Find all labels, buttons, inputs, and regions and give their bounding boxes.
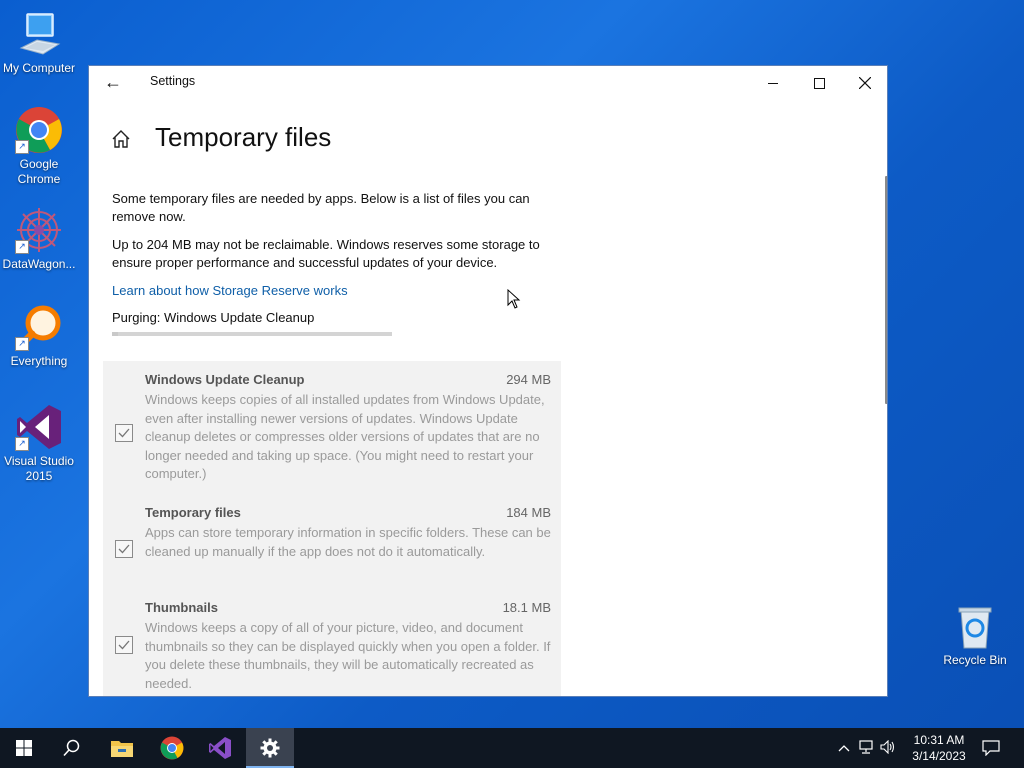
- recycle-bin-icon: [951, 602, 999, 650]
- arrow-left-icon: ←: [104, 72, 122, 92]
- list-item-thumbnails: Thumbnails 18.1 MB Windows keeps a copy …: [103, 600, 561, 696]
- taskbar: 10:31 AM 3/14/2023: [0, 728, 1024, 768]
- taskbar-visual-studio[interactable]: [196, 728, 244, 768]
- everything-search-icon: ↗: [15, 303, 63, 351]
- chevron-up-icon[interactable]: [838, 741, 850, 755]
- minimize-button[interactable]: [750, 66, 796, 98]
- item-title: Thumbnails: [145, 600, 218, 615]
- checkbox[interactable]: [115, 424, 133, 442]
- item-size: 18.1 MB: [502, 600, 551, 615]
- desktop-icon-label: Visual Studio 2015: [4, 454, 74, 483]
- title-bar: ← Settings: [89, 66, 887, 98]
- close-icon: [858, 76, 872, 90]
- checkbox[interactable]: [115, 636, 133, 654]
- shortcut-arrow-icon: ↗: [15, 240, 29, 254]
- desktop-icon-recycle-bin[interactable]: Recycle Bin: [937, 602, 1013, 668]
- desktop-icon-label: Google Chrome: [17, 157, 61, 186]
- desktop-icon-everything[interactable]: ↗ Everything: [1, 303, 77, 369]
- taskbar-clock[interactable]: 10:31 AM 3/14/2023: [906, 732, 972, 764]
- minimize-icon: [768, 82, 778, 84]
- desktop-icon-label: Everything: [10, 354, 68, 368]
- item-description: Windows keeps a copy of all of your pict…: [145, 620, 551, 691]
- home-icon[interactable]: [111, 129, 131, 149]
- item-description: Windows keeps copies of all installed up…: [145, 392, 545, 481]
- desktop-icon-label: Recycle Bin: [943, 653, 1007, 667]
- close-button[interactable]: [842, 66, 887, 98]
- settings-icon: [260, 738, 280, 758]
- purge-progress-bar: [112, 332, 392, 336]
- search-button[interactable]: [48, 728, 96, 768]
- purging-status: Purging: Windows Update Cleanup: [112, 310, 315, 325]
- item-title: Temporary files: [145, 505, 241, 520]
- chrome-icon: ↗: [15, 106, 63, 154]
- window-title: Settings: [150, 74, 196, 88]
- network-icon[interactable]: [858, 739, 874, 757]
- scrollbar[interactable]: [885, 176, 887, 404]
- storage-reserve-link[interactable]: Learn about how Storage Reserve works: [112, 282, 348, 300]
- desktop-icon-datawagon[interactable]: ↗ DataWagon...: [1, 206, 77, 272]
- checkmark-icon: [118, 640, 130, 650]
- file-explorer-icon: [111, 741, 133, 757]
- start-button[interactable]: [0, 728, 48, 768]
- checkmark-icon: [118, 428, 130, 438]
- item-size: 184 MB: [506, 505, 551, 520]
- desktop-icon-my-computer[interactable]: My Computer: [1, 10, 77, 76]
- desktop-icon-label: My Computer: [2, 61, 76, 75]
- chrome-icon: [160, 736, 184, 760]
- checkmark-icon: [118, 544, 130, 554]
- list-item-windows-update-cleanup: Windows Update Cleanup 294 MB Windows ke…: [103, 372, 561, 492]
- settings-window: ← Settings Temporary files Some temporar…: [88, 65, 888, 697]
- item-description: Apps can store temporary information in …: [145, 525, 551, 559]
- temporary-files-list: Windows Update Cleanup 294 MB Windows ke…: [103, 361, 561, 696]
- system-tray: [838, 728, 896, 768]
- shortcut-arrow-icon: ↗: [15, 337, 29, 351]
- volume-icon[interactable]: [880, 739, 896, 757]
- notification-icon: [982, 740, 1000, 756]
- visual-studio-icon: ↗: [15, 403, 63, 451]
- datawagon-icon: ↗: [15, 206, 63, 254]
- visual-studio-icon: [209, 737, 231, 759]
- desktop-icon-label: DataWagon...: [2, 257, 76, 271]
- start-icon: [16, 740, 32, 756]
- action-center-button[interactable]: [968, 728, 1014, 768]
- clock-date: 3/14/2023: [912, 749, 966, 763]
- intro-text: Some temporary files are needed by apps.…: [112, 191, 530, 224]
- shortcut-arrow-icon: ↗: [15, 437, 29, 451]
- mouse-cursor-icon: [507, 289, 521, 309]
- taskbar-file-explorer[interactable]: [98, 728, 146, 768]
- list-item-temporary-files: Temporary files 184 MB Apps can store te…: [103, 505, 561, 585]
- desktop-icon-google-chrome[interactable]: ↗ Google Chrome: [1, 106, 77, 187]
- search-icon: [63, 739, 80, 757]
- item-size: 294 MB: [506, 372, 551, 387]
- page-title: Temporary files: [155, 122, 332, 152]
- item-title: Windows Update Cleanup: [145, 372, 305, 387]
- shortcut-arrow-icon: ↗: [15, 140, 29, 154]
- maximize-button[interactable]: [796, 66, 842, 98]
- clock-time: 10:31 AM: [913, 733, 965, 747]
- taskbar-chrome[interactable]: [148, 728, 196, 768]
- content-area: Some temporary files are needed by apps.…: [112, 190, 572, 336]
- progress-fill: [112, 332, 118, 336]
- computer-icon: [15, 10, 63, 58]
- checkbox[interactable]: [115, 540, 133, 558]
- desktop-icon-visual-studio[interactable]: ↗ Visual Studio 2015: [1, 403, 77, 484]
- maximize-icon: [813, 77, 825, 89]
- back-button[interactable]: ←: [99, 71, 127, 93]
- reserve-note: Up to 204 MB may not be reclaimable. Win…: [112, 237, 540, 270]
- taskbar-settings[interactable]: [246, 728, 294, 768]
